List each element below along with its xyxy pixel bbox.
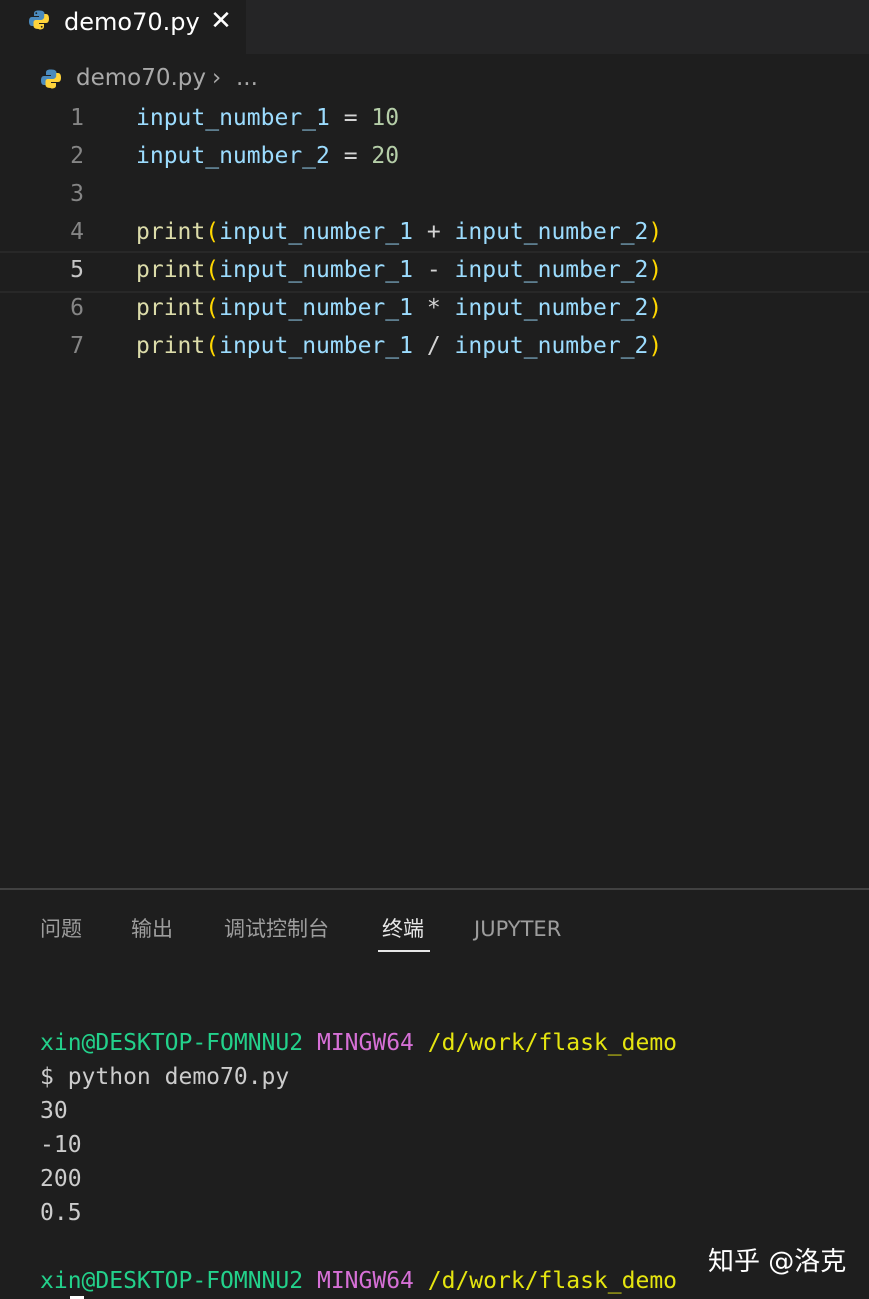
code-text[interactable]: input_number_2 = 20 xyxy=(136,138,399,174)
code-line[interactable]: 4 print(input_number_1 + input_number_2) xyxy=(0,214,869,252)
code-token: input_number_1 xyxy=(219,219,413,245)
code-text[interactable]: print(input_number_1 / input_number_2) xyxy=(136,328,662,364)
code-token: input_number_1 xyxy=(219,333,413,359)
tab-terminal[interactable]: 终端 xyxy=(382,914,424,944)
terminal-host: MINGW64 xyxy=(316,1030,414,1056)
terminal-user: xin@DESKTOP-FOMNNU2 xyxy=(40,1030,304,1056)
code-line[interactable]: 5 print(input_number_1 - input_number_2) xyxy=(0,251,869,293)
terminal-user: xin@DESKTOP-FOMNNU2 xyxy=(40,1268,304,1294)
tab-jupyter[interactable]: JUPYTER xyxy=(474,914,561,944)
code-line[interactable]: 7 print(input_number_1 / input_number_2) xyxy=(0,328,869,366)
terminal-path: /d/work/flask_demo xyxy=(427,1030,678,1056)
terminal-output: 30 xyxy=(40,1098,68,1124)
code-token: ( xyxy=(205,295,220,321)
code-token: ( xyxy=(205,219,220,245)
tab-filename: demo70.py xyxy=(64,8,200,36)
terminal-prompt: xin@DESKTOP-FOMNNU2 MINGW64 /d/work/flas… xyxy=(40,1026,677,1060)
code-line[interactable]: 2 input_number_2 = 20 xyxy=(0,138,869,176)
code-token: print xyxy=(136,219,206,245)
terminal-output: 0.5 xyxy=(40,1200,82,1226)
code-token: input_number_2 xyxy=(136,143,330,169)
code-text[interactable]: print(input_number_1 * input_number_2) xyxy=(136,290,662,326)
code-token: ( xyxy=(205,333,220,359)
terminal-output: -10 xyxy=(40,1132,82,1158)
code-token: = xyxy=(329,105,372,131)
terminal-host: MINGW64 xyxy=(316,1268,414,1294)
code-token: input_number_1 xyxy=(219,257,413,283)
line-number: 6 xyxy=(70,295,84,321)
code-token: print xyxy=(136,257,206,283)
breadcrumb-file[interactable]: demo70.py xyxy=(76,62,206,94)
line-number: 5 xyxy=(70,257,84,283)
code-token: 10 xyxy=(371,105,400,131)
tab-output[interactable]: 输出 xyxy=(131,914,173,944)
code-token: - xyxy=(412,257,455,283)
code-token: + xyxy=(412,219,455,245)
code-token: input_number_2 xyxy=(454,257,649,283)
code-token: input_number_1 xyxy=(136,105,330,131)
terminal-command: $ python demo70.py xyxy=(40,1064,290,1090)
python-icon xyxy=(41,69,61,89)
terminal-prompt: xin@DESKTOP-FOMNNU2 MINGW64 /d/work/flas… xyxy=(40,1264,677,1298)
code-line[interactable]: 1 input_number_1 = 10 xyxy=(0,100,869,138)
python-icon xyxy=(29,10,49,30)
active-tab-indicator xyxy=(378,950,430,952)
breadcrumb-symbol[interactable]: ... xyxy=(236,62,258,94)
terminal-path: /d/work/flask_demo xyxy=(427,1268,678,1294)
editor-tab-bar: demo70.py ✕ xyxy=(0,0,869,54)
code-token: = xyxy=(329,143,372,169)
code-editor[interactable]: 1 input_number_1 = 10 2 input_number_2 = 20… xyxy=(0,100,869,860)
terminal-output: 200 xyxy=(40,1166,82,1192)
tab-debug-console[interactable]: 调试控制台 xyxy=(224,914,329,944)
bottom-panel: 问题 输出 调试控制台 终端 JUPYTER xin@DESKTOP-FOMNN… xyxy=(0,888,869,1299)
code-token: print xyxy=(136,333,206,359)
code-token: print xyxy=(136,295,206,321)
code-token: ( xyxy=(205,257,220,283)
code-token: input_number_1 xyxy=(219,295,413,321)
code-token: input_number_2 xyxy=(454,333,649,359)
code-token: ) xyxy=(648,333,663,359)
code-text[interactable]: print(input_number_1 + input_number_2) xyxy=(136,214,662,250)
watermark: 知乎 @洛克 xyxy=(708,1247,847,1277)
code-line[interactable]: 6 print(input_number_1 * input_number_2) xyxy=(0,290,869,328)
code-token: * xyxy=(412,295,455,321)
code-text[interactable]: input_number_1 = 10 xyxy=(136,100,399,136)
line-number: 2 xyxy=(70,143,84,169)
line-number: 1 xyxy=(70,105,84,131)
line-number: 7 xyxy=(70,333,84,359)
code-text[interactable]: print(input_number_1 - input_number_2) xyxy=(136,252,662,288)
tab-problems[interactable]: 问题 xyxy=(40,914,82,944)
close-icon[interactable]: ✕ xyxy=(208,6,234,36)
code-token: ) xyxy=(648,295,663,321)
code-token: ) xyxy=(648,257,663,283)
code-token: input_number_2 xyxy=(454,219,649,245)
code-token: 20 xyxy=(371,143,400,169)
line-number: 4 xyxy=(70,219,84,245)
tab-demo70[interactable]: demo70.py ✕ xyxy=(0,0,246,54)
chevron-right-icon: › xyxy=(212,65,222,91)
code-token: ) xyxy=(648,219,663,245)
code-token: input_number_2 xyxy=(454,295,649,321)
code-line[interactable]: 3 xyxy=(0,176,869,214)
code-token: / xyxy=(412,333,455,359)
line-number: 3 xyxy=(70,181,84,207)
